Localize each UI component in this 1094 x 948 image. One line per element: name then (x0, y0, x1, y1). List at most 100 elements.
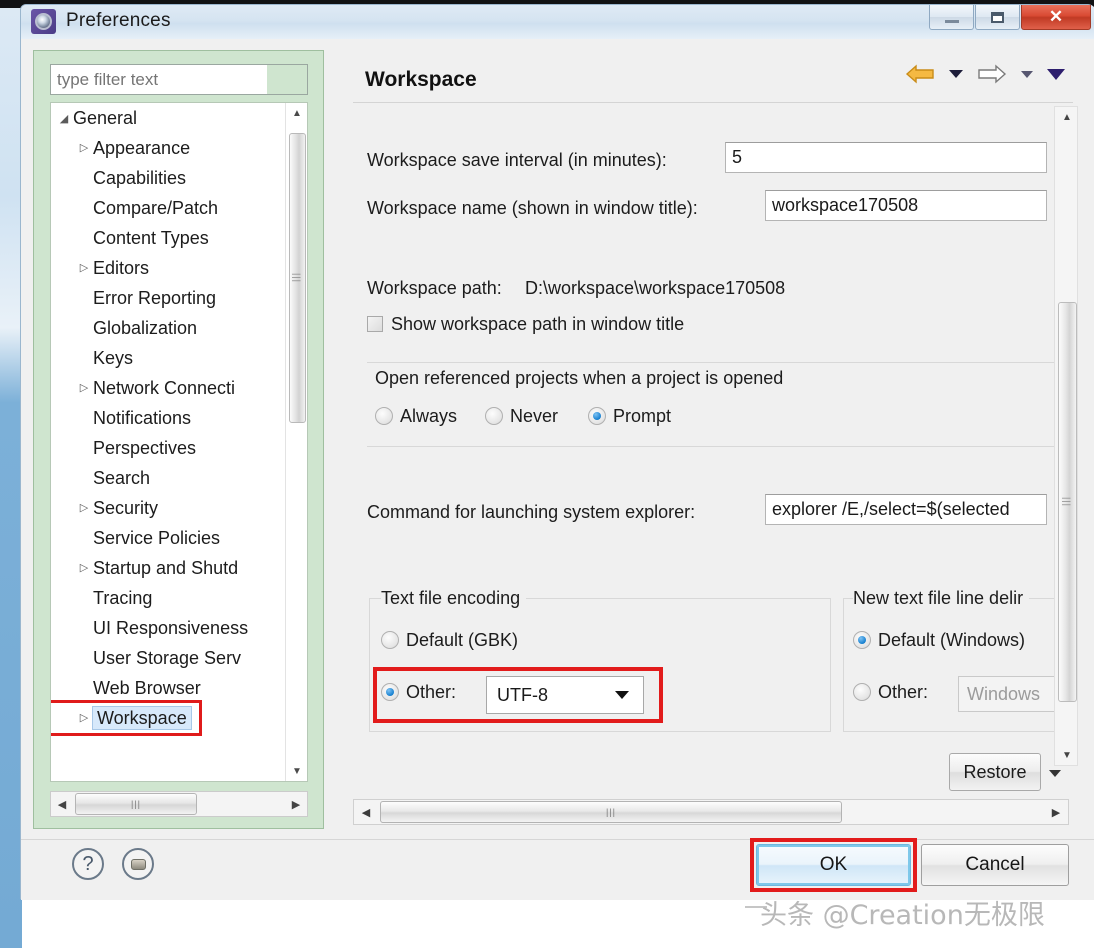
content-scroll-up-button[interactable]: ▲ (1055, 107, 1079, 127)
tree-item-startup-and-shutd[interactable]: ▷ Startup and Shutd (51, 553, 307, 583)
tree-item-appearance[interactable]: ▷ Appearance (51, 133, 307, 163)
explorer-command-label: Command for launching system explorer: (367, 502, 696, 522)
tree-vertical-scrollbar[interactable]: ▲ ||| ▼ (285, 103, 307, 781)
tree-item-label: Web Browser (93, 678, 201, 698)
content-hscroll-thumb[interactable]: ||| (380, 801, 842, 823)
tree-item-perspectives[interactable]: Perspectives (51, 433, 307, 463)
tree-item-editors[interactable]: ▷ Editors (51, 253, 307, 283)
tree-scroll-down-button[interactable]: ▼ (286, 761, 307, 781)
explorer-command-input[interactable]: explorer /E,/select=$(selected (765, 494, 1047, 525)
tree-scroll-up-button[interactable]: ▲ (286, 103, 307, 123)
tree-item-network-connecti[interactable]: ▷ Network Connecti (51, 373, 307, 403)
content-scroll-thumb[interactable]: ||| (1058, 302, 1077, 702)
open-referenced-group-bottom-rule (367, 446, 1073, 447)
help-button[interactable]: ? (72, 848, 104, 880)
tree-scroll-right-button[interactable]: ▶ (285, 798, 307, 811)
forward-arrow-icon[interactable] (977, 62, 1007, 86)
tree-item-content-types[interactable]: Content Types (51, 223, 307, 253)
tree-item-notifications[interactable]: Notifications (51, 403, 307, 433)
show-path-checkbox-icon[interactable] (367, 316, 383, 332)
tree-item-security[interactable]: ▷ Security (51, 493, 307, 523)
twisty-collapsed-icon[interactable]: ▷ (75, 553, 93, 583)
forward-history-chevron-down-icon[interactable] (1021, 70, 1033, 78)
twisty-collapsed-icon[interactable]: ▷ (75, 373, 93, 403)
tree-item-label: User Storage Serv (93, 648, 242, 668)
tree-item-ui-responsiveness[interactable]: UI Responsiveness (51, 613, 307, 643)
tree-item-label: Startup and Shutd (93, 558, 239, 578)
tree-item-search[interactable]: Search (51, 463, 307, 493)
maximize-button[interactable] (975, 5, 1020, 30)
close-button[interactable]: ✕ (1021, 5, 1091, 30)
preferences-tree[interactable]: ◢ General ▷ Appearance Capabilities Compare/P… (50, 102, 308, 782)
radio-encoding-other-icon[interactable] (381, 683, 399, 701)
tree-scroll-left-button[interactable]: ◀ (51, 798, 73, 811)
encoding-other-block: Other: UTF-8 (369, 598, 831, 732)
tree-item-list: ◢ General ▷ Appearance Capabilities Compare/P… (51, 103, 307, 736)
show-path-checkbox-row[interactable]: Show workspace path in window title (367, 314, 684, 335)
content-scroll-down-button[interactable]: ▼ (1055, 745, 1079, 765)
twisty-collapsed-icon[interactable]: ▷ (75, 253, 93, 283)
save-interval-input[interactable]: 5 (725, 142, 1047, 173)
workspace-name-input[interactable]: workspace170508 (765, 190, 1047, 221)
content-horizontal-scrollbar[interactable]: ◀ ||| ▶ (353, 799, 1069, 825)
radio-prompt-icon[interactable] (588, 407, 606, 425)
cancel-button[interactable]: Cancel (921, 844, 1069, 886)
tree-item-error-reporting[interactable]: Error Reporting (51, 283, 307, 313)
twisty-collapsed-icon[interactable]: ▷ (75, 133, 93, 163)
filter-box[interactable] (50, 64, 308, 95)
filter-input[interactable] (51, 65, 269, 94)
open-referenced-option-always[interactable]: Always (375, 406, 457, 427)
dialog-body: ◢General▷AppearanceCapabilitiesCompare/P… (21, 39, 1094, 900)
tree-item-service-policies[interactable]: Service Policies (51, 523, 307, 553)
back-arrow-icon[interactable] (905, 62, 935, 86)
twisty-collapsed-icon[interactable]: ▷ (75, 493, 93, 523)
restore-defaults-button[interactable]: Restore (949, 753, 1041, 791)
encoding-combo-value: UTF-8 (497, 684, 548, 705)
restore-chevron-down-icon[interactable] (1049, 770, 1061, 777)
open-referenced-option-never[interactable]: Never (485, 406, 558, 427)
filter-clear-button[interactable] (267, 65, 307, 94)
tree-item-label: Security (93, 498, 159, 518)
tree-item-general[interactable]: ◢ General (51, 103, 307, 133)
tree-item-label: Notifications (93, 408, 192, 428)
open-referenced-group-top-rule (367, 362, 1073, 363)
tree-item-globalization[interactable]: Globalization (51, 313, 307, 343)
shell-menu-button[interactable] (122, 848, 154, 880)
window-title-bar[interactable]: Preferences ✕ (21, 5, 1094, 39)
tree-item-web-browser[interactable]: Web Browser (51, 673, 307, 703)
tree-item-label: Content Types (93, 228, 209, 248)
tree-hscroll-thumb[interactable]: ||| (75, 793, 197, 815)
twisty-expanded-icon[interactable]: ◢ (55, 104, 73, 134)
twisty-collapsed-icon[interactable]: ▷ (75, 703, 93, 733)
radio-delimiter-other-label: Other: (878, 682, 929, 702)
open-referenced-option-prompt[interactable]: Prompt (588, 406, 671, 427)
radio-never-icon[interactable] (485, 407, 503, 425)
tree-item-capabilities[interactable]: Capabilities (51, 163, 307, 193)
tree-scroll-thumb[interactable]: ||| (289, 133, 306, 423)
tree-item-user-storage-serv[interactable]: User Storage Serv (51, 643, 307, 673)
view-menu-chevron-down-icon[interactable] (1047, 68, 1065, 80)
content-scroll-left-button[interactable]: ◀ (354, 806, 378, 819)
tree-item-compare-patch[interactable]: Compare/Patch (51, 193, 307, 223)
radio-delimiter-other-icon[interactable] (853, 683, 871, 701)
tree-item-label: Appearance (93, 138, 191, 158)
encoding-other-option[interactable]: Other: (381, 682, 456, 703)
ok-button[interactable]: OK (756, 844, 911, 886)
tree-item-label: Capabilities (93, 168, 187, 188)
content-scroll-right-button[interactable]: ▶ (1044, 806, 1068, 819)
minimize-button[interactable] (929, 5, 974, 30)
radio-never-label: Never (510, 406, 559, 426)
delimiter-other-option[interactable]: Other: (853, 682, 928, 703)
chevron-down-icon[interactable] (615, 691, 629, 699)
content-vertical-scrollbar[interactable]: ▲ ||| ▼ (1054, 106, 1078, 766)
tree-item-workspace[interactable]: ▷ Workspace (51, 700, 202, 736)
tree-item-tracing[interactable]: Tracing (51, 583, 307, 613)
radio-always-icon[interactable] (375, 407, 393, 425)
radio-prompt-label: Prompt (613, 406, 672, 426)
tree-horizontal-scrollbar[interactable]: ◀ ||| ▶ (50, 791, 308, 817)
encoding-combo[interactable]: UTF-8 (486, 676, 644, 714)
tree-item-keys[interactable]: Keys (51, 343, 307, 373)
open-referenced-label: Open referenced projects when a project … (375, 368, 784, 388)
back-history-chevron-down-icon[interactable] (949, 70, 963, 78)
desktop-left-band (0, 8, 22, 948)
